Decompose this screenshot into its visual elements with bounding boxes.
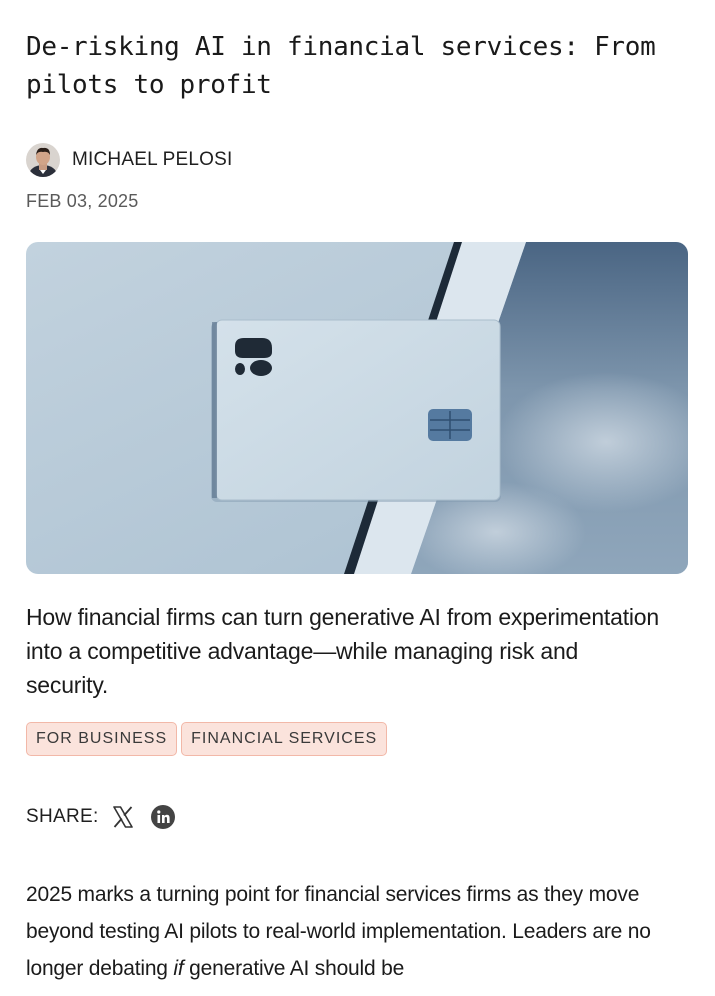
body-text-emphasis: if xyxy=(173,957,184,980)
linkedin-icon[interactable] xyxy=(150,805,175,829)
article-body-paragraph: 2025 marks a turning point for financial… xyxy=(26,876,686,987)
x-icon[interactable] xyxy=(111,805,135,829)
tag-for-business[interactable]: FOR BUSINESS xyxy=(26,722,178,756)
publish-date: FEB 03, 2025 xyxy=(26,191,139,211)
author-avatar xyxy=(26,143,60,177)
author-name[interactable]: MICHAEL PELOSI xyxy=(72,149,232,171)
hero-image xyxy=(26,242,688,574)
article-title: De-risking AI in financial services: Fro… xyxy=(26,32,656,100)
tag-financial-services[interactable]: FINANCIAL SERVICES xyxy=(181,722,388,756)
author-byline: MICHAEL PELOSI xyxy=(26,143,232,177)
body-text-part-2: generative AI should be xyxy=(183,957,405,980)
article-subtitle: How financial firms can turn generative … xyxy=(26,604,659,698)
tag-list: FOR BUSINESS FINANCIAL SERVICES xyxy=(26,722,388,756)
share-bar: SHARE: xyxy=(26,800,191,834)
share-label: SHARE: xyxy=(26,806,99,827)
